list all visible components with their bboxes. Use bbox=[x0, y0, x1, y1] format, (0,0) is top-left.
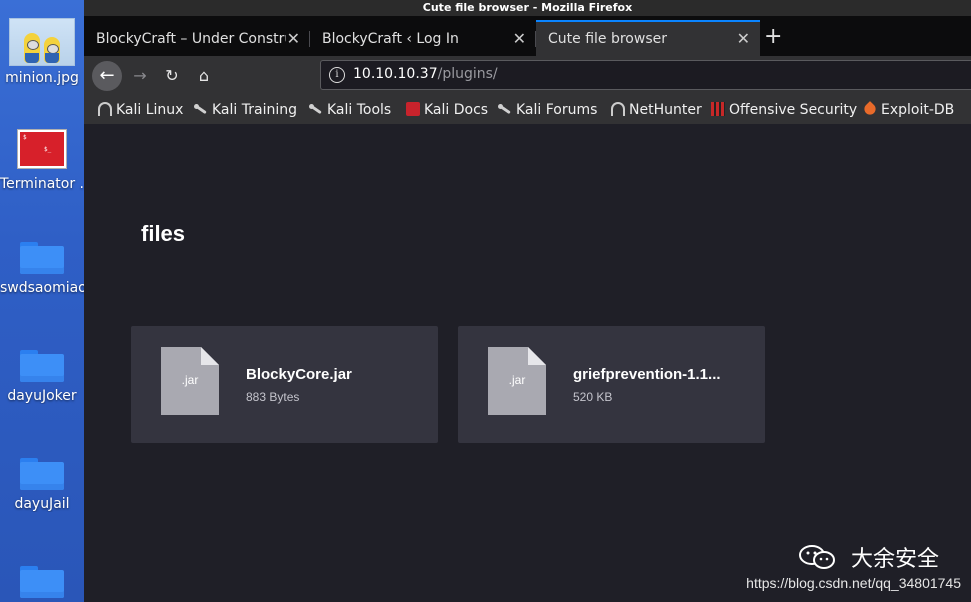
tab-blockycraft-login[interactable]: BlockyCraft ‹ Log In ✕ bbox=[310, 22, 536, 56]
bookmark-nethunter[interactable]: NetHunter bbox=[611, 98, 702, 122]
back-button[interactable]: ← bbox=[92, 61, 122, 91]
desktop-icon-label: swdsaomiao bbox=[0, 280, 84, 296]
tab-blockycraft-home[interactable]: BlockyCraft – Under Constru ✕ bbox=[84, 22, 310, 56]
folder-icon bbox=[20, 242, 64, 274]
file-size: 883 Bytes bbox=[246, 390, 300, 404]
bookmark-offensive-security[interactable]: Offensive Security bbox=[711, 98, 857, 122]
desktop: minion.jpg $ $_ Terminator ... swdsaomiao… bbox=[0, 0, 84, 602]
watermark-url: https://blog.csdn.net/qq_34801745 bbox=[746, 575, 961, 591]
desktop-icon-dayujail[interactable]: dayuJail bbox=[0, 458, 84, 512]
desktop-icon-label: dayuJail bbox=[14, 496, 70, 512]
url-bar[interactable]: i 10.10.10.37/plugins/ bbox=[320, 60, 971, 90]
file-extension: .jar bbox=[181, 373, 199, 387]
home-button[interactable]: ⌂ bbox=[192, 64, 216, 88]
file-card-griefprevention[interactable]: .jar griefprevention-1.1... 520 KB bbox=[458, 326, 765, 443]
new-tab-button[interactable]: + bbox=[764, 25, 782, 49]
tab-label: BlockyCraft – Under Constru bbox=[96, 31, 286, 47]
terminal-icon: $ $_ bbox=[18, 130, 66, 168]
file-extension: .jar bbox=[508, 373, 526, 387]
exploitdb-icon bbox=[862, 101, 878, 117]
tab-label: BlockyCraft ‹ Log In bbox=[322, 31, 459, 47]
page-content: files .jar BlockyCore.jar 883 Bytes .jar bbox=[84, 124, 971, 602]
kali-docs-icon bbox=[406, 102, 420, 116]
jar-file-icon: .jar bbox=[488, 347, 546, 415]
desktop-icon-label: dayuJoker bbox=[7, 388, 77, 404]
offsec-icon bbox=[711, 102, 725, 116]
forward-button[interactable]: → bbox=[128, 64, 152, 88]
close-icon[interactable]: ✕ bbox=[287, 22, 300, 56]
bookmark-label: Kali Linux bbox=[116, 102, 184, 118]
bookmarks-toolbar: Kali Linux Kali Training Kali Tools Kali… bbox=[84, 96, 971, 125]
wechat-icon bbox=[799, 545, 835, 569]
file-name: BlockyCore.jar bbox=[246, 366, 352, 383]
bookmark-kali-training[interactable]: Kali Training bbox=[194, 98, 297, 122]
folder-icon bbox=[20, 458, 64, 490]
tab-label: Cute file browser bbox=[548, 31, 667, 47]
bookmark-label: Kali Tools bbox=[327, 102, 392, 118]
bookmark-kali-linux[interactable]: Kali Linux bbox=[98, 98, 183, 122]
bookmark-kali-docs[interactable]: Kali Docs bbox=[406, 98, 488, 122]
kali-dragon-icon bbox=[194, 102, 208, 116]
jar-file-icon: .jar bbox=[161, 347, 219, 415]
info-icon[interactable]: i bbox=[329, 67, 345, 83]
bookmark-label: Exploit-DB bbox=[881, 102, 955, 118]
navigation-toolbar: ← → ↻ ⌂ i 10.10.10.37/plugins/ bbox=[84, 56, 971, 96]
url-text: 10.10.10.37/plugins/ bbox=[353, 66, 498, 82]
folder-icon bbox=[20, 350, 64, 382]
close-icon[interactable]: ✕ bbox=[513, 22, 526, 56]
window-title: Cute file browser - Mozilla Firefox bbox=[84, 0, 971, 16]
page-title: files bbox=[141, 221, 186, 246]
desktop-icon-label: minion.jpg bbox=[5, 70, 79, 86]
desktop-icon-label: Terminator ... bbox=[0, 176, 84, 192]
bookmark-label: Kali Docs bbox=[424, 102, 489, 118]
bookmark-exploit-db[interactable]: Exploit-DB bbox=[862, 98, 955, 122]
desktop-icon-folder[interactable] bbox=[0, 566, 84, 602]
file-name: griefprevention-1.1... bbox=[573, 366, 721, 383]
close-icon[interactable]: ✕ bbox=[737, 22, 750, 56]
bookmark-label: Kali Forums bbox=[516, 102, 598, 118]
kali-dragon-icon bbox=[498, 102, 512, 116]
image-file-icon bbox=[9, 18, 75, 66]
desktop-icon-dayujoker[interactable]: dayuJoker bbox=[0, 350, 84, 404]
kali-dragon-icon bbox=[309, 102, 323, 116]
bookmark-label: NetHunter bbox=[629, 102, 702, 118]
tab-cute-file-browser[interactable]: Cute file browser ✕ bbox=[536, 20, 760, 56]
tab-strip: BlockyCraft – Under Constru ✕ BlockyCraf… bbox=[84, 16, 971, 56]
nethunter-icon bbox=[611, 102, 625, 116]
watermark-brand: 大余安全 bbox=[850, 547, 939, 572]
url-path: /plugins/ bbox=[437, 66, 498, 82]
file-card-blockycore[interactable]: .jar BlockyCore.jar 883 Bytes bbox=[131, 326, 438, 443]
folder-icon bbox=[20, 566, 64, 598]
desktop-icon-terminator[interactable]: $ $_ Terminator ... bbox=[0, 130, 84, 192]
desktop-icon-swdsaomiao[interactable]: swdsaomiao bbox=[0, 242, 84, 296]
bookmark-kali-forums[interactable]: Kali Forums bbox=[498, 98, 597, 122]
bookmark-kali-tools[interactable]: Kali Tools bbox=[309, 98, 391, 122]
desktop-icon-minion[interactable]: minion.jpg bbox=[0, 18, 84, 86]
nethunter-icon bbox=[98, 102, 112, 116]
bookmark-label: Kali Training bbox=[212, 102, 297, 118]
file-size: 520 KB bbox=[573, 390, 613, 404]
bookmark-label: Offensive Security bbox=[729, 102, 858, 118]
url-host: 10.10.10.37 bbox=[353, 66, 438, 82]
firefox-window: Cute file browser - Mozilla Firefox Bloc… bbox=[84, 0, 971, 602]
reload-button[interactable]: ↻ bbox=[160, 64, 184, 88]
